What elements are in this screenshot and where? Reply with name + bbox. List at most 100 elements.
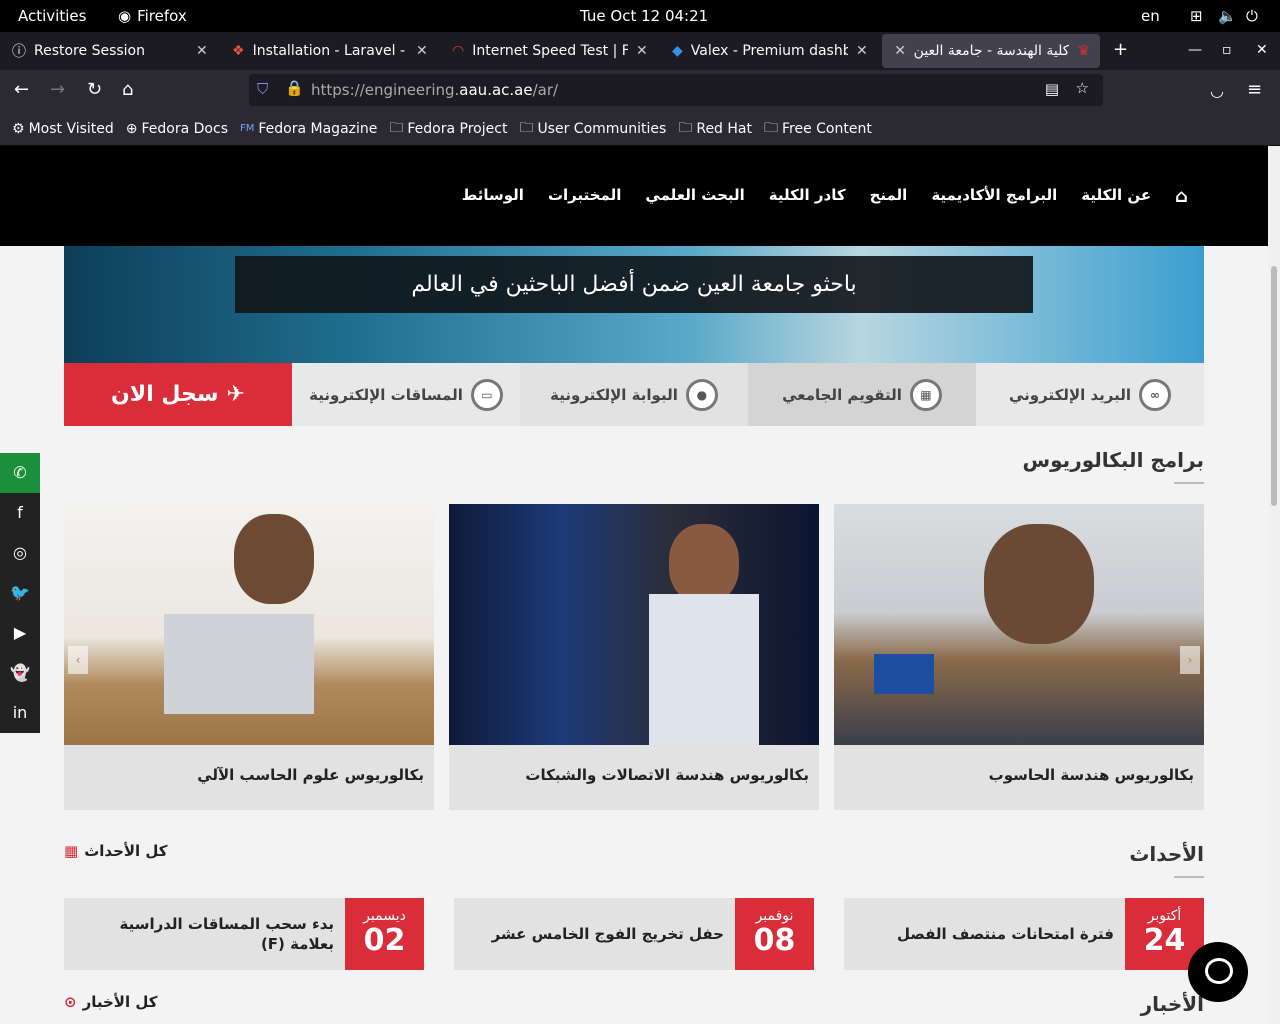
snapchat-icon[interactable]: 👻 [0,653,40,693]
back-icon[interactable]: ← [14,79,29,100]
all-news-link[interactable]: ⊙ كل الأخبار [64,993,157,1011]
url-text[interactable]: https://engineering.aau.ac.ae/ar/ [311,81,558,99]
calendar-icon: ▦ [909,378,942,411]
user-icon: ● [685,378,718,411]
close-tab-icon[interactable]: ✕ [856,43,870,59]
maximize-button[interactable]: ▫ [1222,42,1232,58]
globe-icon: ⊕ [125,120,138,137]
program-title[interactable]: بكالوريوس هندسة الاتصالات والشبكات [525,766,809,784]
reader-view-icon[interactable]: ▤ [1045,80,1059,98]
pocket-icon[interactable]: ◡ [1210,81,1224,100]
fedora-magazine-icon: FM [240,123,255,134]
event-title[interactable]: فترة امتحانات منتصف الفصل [854,912,1114,956]
program-card[interactable]: بكالوريوس هندسة الاتصالات والشبكات [449,504,819,810]
hero-caption[interactable]: باحثو جامعة العين ضمن أفضل الباحثين في ا… [235,256,1033,313]
program-image [834,504,1204,745]
program-card[interactable]: بكالوريوس علوم الحاسب الآلي ‹ [64,504,434,810]
programs-carousel: بكالوريوس هندسة الحاسوب › بكالوريوس هندس… [64,504,1204,810]
close-tab-icon[interactable]: ✕ [636,43,650,59]
close-tab-icon[interactable]: ✕ [416,43,430,59]
menu-item-media[interactable]: الوسائط [462,186,524,207]
network-icon[interactable]: ⊞ [1190,7,1203,25]
youtube-icon[interactable]: ▶ [0,613,40,653]
menu-item-scholarships[interactable]: المنح [870,186,908,207]
app-menu-icon[interactable]: ≡ [1247,79,1262,100]
folder-icon: 🗀 [389,119,404,136]
speedometer-icon: ◠ [452,43,465,59]
event-title[interactable]: حفل تخريج الفوج الخامس عشر [464,912,724,956]
bookmarks-toolbar: ⚙ Most Visited ⊕ Fedora Docs FM Fedora Maga… [0,112,1280,146]
activities-button[interactable]: Activities [18,7,86,25]
power-icon[interactable]: ⏻ [1246,7,1258,25]
register-now-button[interactable]: ✈ سجل الان [64,363,292,426]
menu-item-about[interactable]: عن الكلية [1081,186,1151,207]
program-card[interactable]: بكالوريوس هندسة الحاسوب › [834,504,1204,810]
carousel-prev-icon[interactable]: ‹ [68,646,88,674]
valex-icon: ◆ [672,43,683,59]
page-scrollbar[interactable] [1268,146,1280,1024]
navigation-toolbar: ← → ↻ ⌂ ⛉ 🔒 https://engineering.aau.ac.a… [0,70,1280,112]
menu-item-programs[interactable]: البرامج الأكاديمية [931,186,1057,207]
phone-icon[interactable]: ✆ [0,453,40,493]
scrollbar-thumb[interactable] [1271,266,1277,506]
bookmark-fedora-docs[interactable]: ⊕ Fedora Docs [126,121,228,137]
event-title[interactable]: بدء سحب المساقات الدراسية بعلامة (F) [74,912,334,956]
program-title[interactable]: بكالوريوس علوم الحاسب الآلي [197,766,424,784]
quick-link-email[interactable]: ∞ البريد الإلكتروني [976,363,1204,426]
close-tab-icon[interactable]: ✕ [196,43,210,59]
calendar-icon: ▦ [64,842,79,860]
app-menu[interactable]: ◉ Firefox [118,7,187,25]
link-icon: ∞ [1139,378,1171,411]
chat-widget-button[interactable] [1188,942,1248,1002]
close-tab-icon[interactable]: ✕ [892,43,906,59]
event-item[interactable]: ديسمبر 02 بدء سحب المساقات الدراسية بعلام… [64,898,424,970]
facebook-icon[interactable]: f [0,493,40,533]
news-heading: الأخبار [1140,992,1204,1016]
circle-arrow-icon: ⊙ [64,993,77,1011]
info-icon: ⓘ [12,44,26,60]
reload-icon[interactable]: ↻ [87,79,102,100]
bookmark-fedora-project[interactable]: 🗀 Fedora Project [389,117,507,141]
clock[interactable]: Tue Oct 12 04:21 [580,7,708,25]
lock-icon[interactable]: 🔒 [285,79,304,97]
bookmark-fedora-magazine[interactable]: FM Fedora Magazine [240,121,377,137]
linkedin-icon[interactable]: in [0,693,40,733]
quick-link-e-courses[interactable]: ▭ المساقات الإلكترونية [292,363,520,426]
tracking-shield-icon[interactable]: ⛉ [257,80,268,98]
social-sidebar: ✆ f ◎ 🐦 ▶ 👻 in [0,453,40,733]
bookmark-user-communities[interactable]: 🗀 User Communities [519,117,666,141]
programs-heading: برامج البكالوريوس [1023,448,1204,484]
bookmark-free-content[interactable]: 🗀 Free Content [764,117,872,141]
quick-link-e-portal[interactable]: ● البوابة الإلكترونية [520,363,748,426]
all-events-link[interactable]: ▦ كل الأحداث [64,842,168,860]
home-icon[interactable]: ⌂ [1175,186,1188,207]
bookmark-star-icon[interactable]: ☆ [1076,79,1089,97]
language-indicator[interactable]: en [1141,7,1160,25]
tab-laravel[interactable]: ❖Installation - Laravel - Th✕ [222,34,440,68]
url-bar[interactable]: ⛉ 🔒 https://engineering.aau.ac.ae/ar/ ▤ … [249,74,1103,106]
event-item[interactable]: نوفمبر 08 حفل تخريج الفوج الخامس عشر [454,898,814,970]
menu-item-labs[interactable]: المختبرات [548,186,621,207]
carousel-next-icon[interactable]: › [1180,646,1200,674]
bookmark-red-hat[interactable]: 🗀 Red Hat [678,117,752,141]
twitter-icon[interactable]: 🐦 [0,573,40,613]
tab-aau-engineering[interactable]: ♛ كلية الهندسة - جامعة العين ✕ [882,34,1100,68]
forward-icon[interactable]: → [50,79,65,100]
quick-link-calendar[interactable]: ▦ التقويم الجامعي [748,363,976,426]
hero-banner[interactable]: باحثو جامعة العين ضمن أفضل الباحثين في ا… [64,246,1204,363]
new-tab-button[interactable]: + [1113,39,1128,60]
minimize-button[interactable]: — [1188,42,1202,58]
tab-speedtest[interactable]: ◠Internet Speed Test | Fast✕ [442,34,660,68]
bookmark-most-visited[interactable]: ⚙ Most Visited [12,121,114,137]
menu-item-faculty[interactable]: كادر الكلية [769,186,846,207]
home-icon[interactable]: ⌂ [122,79,133,100]
volume-icon[interactable]: 🔈 [1218,7,1237,25]
menu-item-research[interactable]: البحث العلمي [645,186,744,207]
tab-valex[interactable]: ◆Valex - Premium dashboa✕ [662,34,880,68]
program-title[interactable]: بكالوريوس هندسة الحاسوب [989,766,1194,784]
tab-restore-session[interactable]: ⓘ Restore Session ✕ [2,34,220,68]
laravel-icon: ❖ [232,43,245,59]
close-window-button[interactable]: ✕ [1256,42,1268,58]
instagram-icon[interactable]: ◎ [0,533,40,573]
event-item[interactable]: أكتوبر 24 فترة امتحانات منتصف الفصل [844,898,1204,970]
